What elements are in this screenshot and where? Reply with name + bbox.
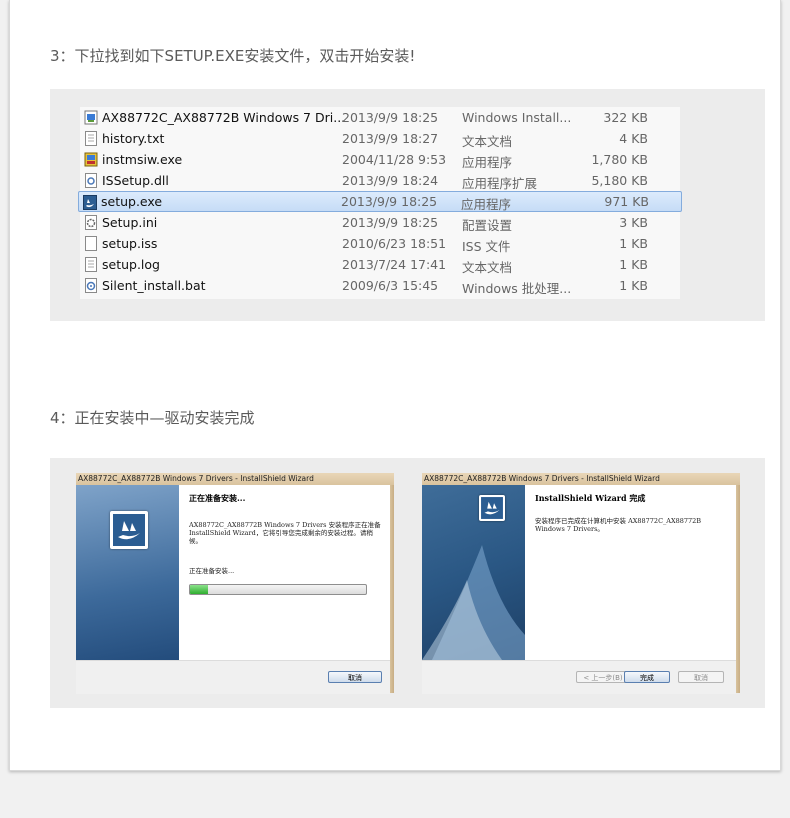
wizard-title-bar: AX88772C_AX88772B Windows 7 Drivers - In… [422,473,740,485]
file-type: 应用程序 [461,197,512,212]
file-date: 2009/6/3 15:45 [342,278,439,293]
file-size: 5,180 KB [591,173,648,188]
blank-file-icon [84,236,98,251]
wizard-footer: < 上一步(B) 完成 取消 [422,660,736,694]
page-card: 3：下拉找到如下SETUP.EXE安装文件，双击开始安装! AX88772C_A… [9,0,781,771]
wizard-heading: 正在准备安装... [189,493,246,503]
file-row[interactable]: AX88772C_AX88772B Windows 7 Dri... 2013/9… [80,107,680,128]
text-file-icon [84,257,98,272]
file-row[interactable]: Silent_install.bat 2009/6/3 15:45 Windows … [80,275,680,296]
file-name: Silent_install.bat [102,278,206,293]
explorer-screenshot-panel: AX88772C_AX88772B Windows 7 Dri... 2013/9… [50,89,765,321]
installshield-wizard-complete: AX88772C_AX88772B Windows 7 Drivers - In… [422,473,740,694]
file-row[interactable]: setup.log 2013/7/24 17:41 文本文档 1 KB [80,254,680,275]
wizard-status: 正在准备安装... [189,567,235,575]
file-row[interactable]: instmsiw.exe 2004/11/28 9:53 应用程序 1,780 KB [80,149,680,170]
wizard-description: 安装程序已完成在计算机中安装 AX88772C_AX88772B Windows… [535,517,702,533]
file-name: Setup.ini [102,215,158,230]
file-date: 2013/9/9 18:25 [342,215,439,230]
file-name: setup.exe [101,194,163,209]
file-type: Windows 批处理... [462,281,572,296]
file-type: 文本文档 [462,134,513,149]
file-name: instmsiw.exe [102,152,183,167]
setup-exe-icon [83,195,97,210]
file-name: setup.log [102,257,160,272]
file-size: 1,780 KB [591,152,648,167]
step3-title: 3：下拉找到如下SETUP.EXE安装文件，双击开始安装! [50,47,416,65]
wizard-description: AX88772C_AX88772B Windows 7 Drivers 安装程序… [189,521,381,545]
file-date: 2004/11/28 9:53 [342,152,447,167]
file-date: 2013/9/9 18:25 [341,194,438,209]
installshield-logo-icon [479,495,505,521]
file-row[interactable]: history.txt 2013/9/9 18:27 文本文档 4 KB [80,128,680,149]
installshield-logo-icon [110,511,148,549]
file-date: 2013/9/9 18:27 [342,131,439,146]
wizard-side-banner [422,485,525,660]
file-date: 2013/9/9 18:25 [342,110,439,125]
file-name: ISSetup.dll [102,173,169,188]
progress-bar [189,584,367,595]
window-frame [736,485,740,693]
file-row[interactable]: ISSetup.dll 2013/9/9 18:24 应用程序扩展 5,180 KB [80,170,680,191]
finish-button[interactable]: 完成 [624,671,670,683]
file-name: setup.iss [102,236,158,251]
step4-title: 4：正在安装中—驱动安装完成 [50,409,255,427]
file-size: 3 KB [619,215,648,230]
file-date: 2013/7/24 17:41 [342,257,447,272]
file-date: 2010/6/23 18:51 [342,236,447,251]
file-size: 1 KB [619,257,648,272]
file-size: 1 KB [619,278,648,293]
file-size: 1 KB [619,236,648,251]
file-size: 322 KB [603,110,648,125]
back-button[interactable]: < 上一步(B) [576,671,630,683]
file-row[interactable]: Setup.ini 2013/9/9 18:25 配置设置 3 KB [80,212,680,233]
file-type: 文本文档 [462,260,513,275]
file-name: history.txt [102,131,165,146]
progress-fill [190,585,208,594]
file-type: ISS 文件 [462,239,511,254]
ini-icon [84,215,98,230]
wizard-screenshots-panel: AX88772C_AX88772B Windows 7 Drivers - In… [50,458,765,708]
file-type: 应用程序扩展 [462,176,538,191]
file-size: 4 KB [619,131,648,146]
file-list: AX88772C_AX88772B Windows 7 Dri... 2013/9… [78,107,682,299]
wizard-footer: 取消 [76,660,390,694]
file-date: 2013/9/9 18:24 [342,173,439,188]
text-file-icon [84,131,98,146]
wizard-title-bar: AX88772C_AX88772B Windows 7 Drivers - In… [76,473,394,485]
msi-icon [84,110,98,125]
wizard-heading: InstallShield Wizard 完成 [535,493,646,503]
window-frame [390,485,394,693]
file-row[interactable]: setup.iss 2010/6/23 18:51 ISS 文件 1 KB [80,233,680,254]
installshield-wizard-preparing: AX88772C_AX88772B Windows 7 Drivers - In… [76,473,394,694]
file-type: Windows Install... [462,110,572,125]
dll-icon [84,173,98,188]
cancel-button[interactable]: 取消 [328,671,382,683]
wizard-side-banner [76,485,179,660]
cancel-button[interactable]: 取消 [678,671,724,683]
file-size: 971 KB [604,194,649,209]
wizard-content: InstallShield Wizard 完成 安装程序已完成在计算机中安装 A… [479,485,736,660]
file-name: AX88772C_AX88772B Windows 7 Dri... [102,110,346,125]
installer-exe-icon [84,152,98,167]
file-type: 配置设置 [462,218,513,233]
file-type: 应用程序 [462,155,513,170]
wizard-content: 正在准备安装... AX88772C_AX88772B Windows 7 Dr… [179,485,390,660]
bat-icon [84,278,98,293]
file-row-selected[interactable]: setup.exe 2013/9/9 18:25 应用程序 971 KB [78,191,682,212]
